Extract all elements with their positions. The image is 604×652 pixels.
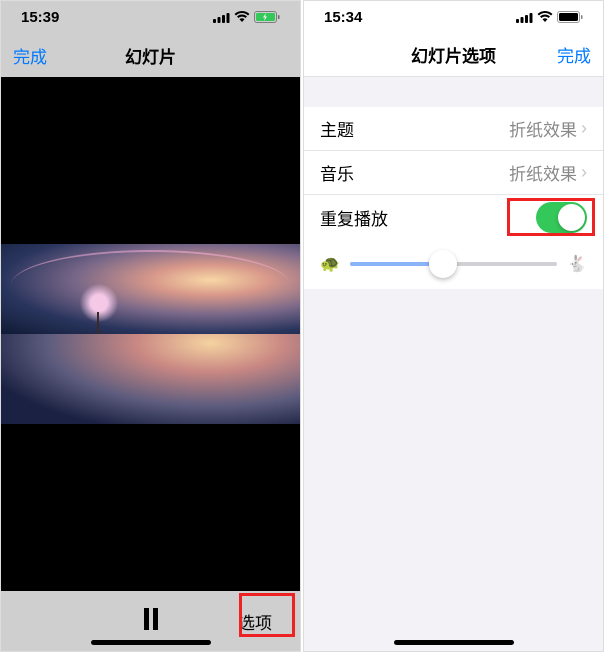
chevron-right-icon: › [581,162,587,183]
wifi-icon [234,11,250,23]
nav-bar: 完成 幻灯片 [1,33,300,77]
slideshow-viewport [1,77,300,591]
wifi-icon [537,11,553,23]
home-indicator[interactable] [394,640,514,645]
page-title: 幻灯片 [125,43,176,68]
row-label: 重复播放 [320,205,536,230]
rabbit-icon: 🐇 [567,254,587,274]
status-time: 15:34 [324,9,362,26]
done-button[interactable]: 完成 [557,42,591,67]
done-button[interactable]: 完成 [13,43,47,68]
signal-icon [516,12,533,23]
music-row[interactable]: 音乐 折纸效果 › [304,151,603,195]
row-value: 折纸效果 [509,160,577,185]
options-button[interactable]: 选项 [222,601,288,642]
status-bar: 15:34 [304,1,603,33]
status-bar: 15:39 [1,1,300,33]
pause-button[interactable] [142,606,160,637]
battery-icon [557,11,583,23]
signal-icon [213,12,230,23]
row-label: 主题 [320,116,509,141]
nav-bar: 幻灯片选项 完成 [304,33,603,77]
settings-list: 主题 折纸效果 › 音乐 折纸效果 › 重复播放 [304,107,603,239]
turtle-icon: 🐢 [320,254,340,274]
speed-slider-row: 🐢 🐇 [304,239,603,289]
slide-image [1,244,300,424]
repeat-toggle[interactable] [536,202,587,233]
toggle-knob [558,204,585,231]
status-icons [213,11,280,23]
chevron-right-icon: › [581,118,587,139]
theme-row[interactable]: 主题 折纸效果 › [304,107,603,151]
row-label: 音乐 [320,160,509,185]
speed-slider[interactable] [350,262,557,266]
page-title: 幻灯片选项 [411,42,496,67]
row-value: 折纸效果 [509,116,577,141]
pause-icon [142,608,160,630]
status-time: 15:39 [21,9,59,26]
battery-charging-icon [254,11,280,23]
slider-thumb[interactable] [429,250,457,278]
home-indicator[interactable] [91,640,211,645]
status-icons [516,11,583,23]
slideshow-player-screen: 15:39 完成 幻灯片 选项 [0,0,301,652]
slideshow-options-screen: 15:34 幻灯片选项 完成 主题 折纸效果 › 音乐 折纸效果 › 重复播放 [303,0,604,652]
repeat-row: 重复播放 [304,195,603,239]
